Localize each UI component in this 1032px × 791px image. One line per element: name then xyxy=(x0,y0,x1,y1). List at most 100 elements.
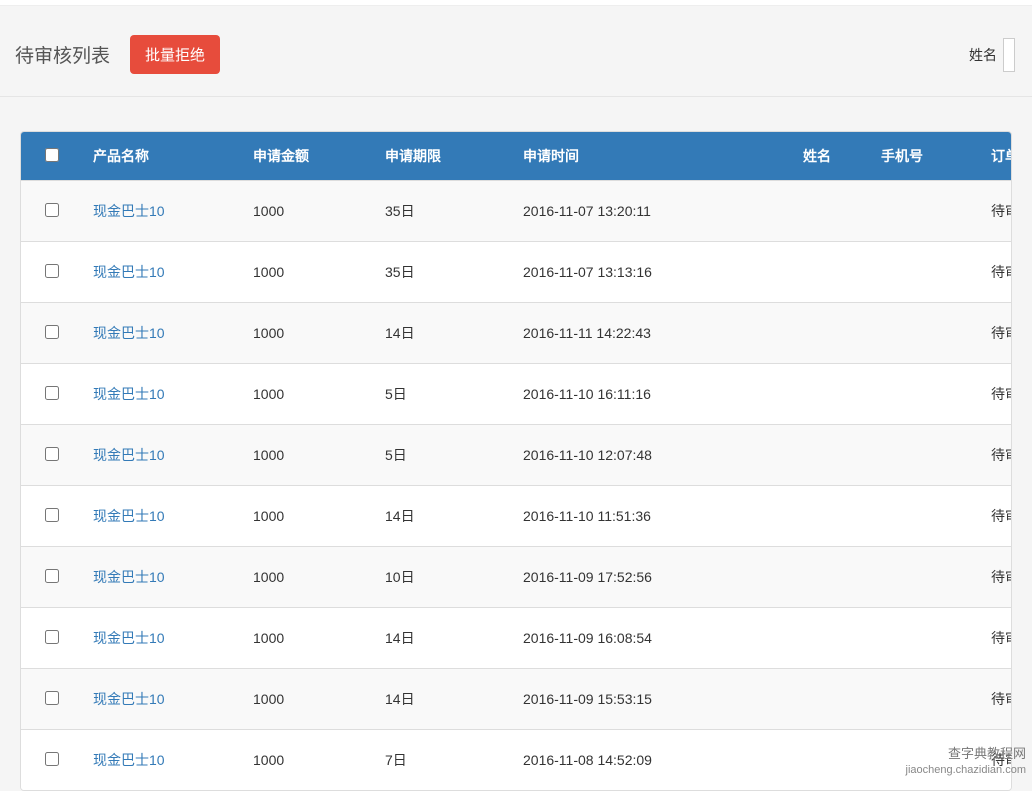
cell-time: 2016-11-07 13:13:16 xyxy=(513,242,793,303)
cell-name xyxy=(793,547,871,608)
row-checkbox[interactable] xyxy=(45,752,59,766)
row-checkbox-cell xyxy=(21,364,83,425)
row-checkbox[interactable] xyxy=(45,691,59,705)
cell-amount: 1000 xyxy=(243,181,375,242)
cell-product: 现金巴士10 xyxy=(83,730,243,791)
cell-status: 待审核 xyxy=(981,547,1012,608)
row-checkbox-cell xyxy=(21,425,83,486)
cell-period: 14日 xyxy=(375,608,513,669)
cell-status: 待审核 xyxy=(981,486,1012,547)
product-link[interactable]: 现金巴士10 xyxy=(93,569,165,585)
cell-status: 待审核 xyxy=(981,303,1012,364)
row-checkbox-cell xyxy=(21,303,83,364)
table-panel: 产品名称 申请金额 申请期限 申请时间 姓名 手机号 订单状 现金巴士10100… xyxy=(20,131,1012,791)
cell-period: 35日 xyxy=(375,242,513,303)
cell-product: 现金巴士10 xyxy=(83,425,243,486)
cell-phone xyxy=(871,181,981,242)
cell-phone xyxy=(871,242,981,303)
table-row: 现金巴士10100010日2016-11-09 17:52:56待审核 xyxy=(21,547,1012,608)
cell-phone xyxy=(871,364,981,425)
cell-time: 2016-11-07 13:20:11 xyxy=(513,181,793,242)
table-row: 现金巴士10 100035日2016-11-07 13:20:11 待审核 xyxy=(21,181,1012,242)
cell-amount: 1000 xyxy=(243,730,375,791)
cell-period: 14日 xyxy=(375,486,513,547)
cell-product: 现金巴士10 xyxy=(83,364,243,425)
cell-amount: 1000 xyxy=(243,242,375,303)
cell-name xyxy=(793,730,871,791)
cell-status: 待审核 xyxy=(981,608,1012,669)
cell-amount: 1000 xyxy=(243,486,375,547)
cell-phone xyxy=(871,669,981,730)
cell-name xyxy=(793,608,871,669)
cell-status: 待审核 xyxy=(981,425,1012,486)
row-checkbox-cell xyxy=(21,669,83,730)
cell-period: 5日 xyxy=(375,425,513,486)
row-checkbox-cell xyxy=(21,181,83,242)
product-link[interactable]: 现金巴士10 xyxy=(93,325,165,341)
cell-product: 现金巴士10 xyxy=(83,669,243,730)
cell-period: 7日 xyxy=(375,730,513,791)
top-bar xyxy=(0,0,1032,6)
row-checkbox-cell xyxy=(21,730,83,791)
cell-amount: 1000 xyxy=(243,303,375,364)
cell-status: 待审核 xyxy=(981,364,1012,425)
cell-amount: 1000 xyxy=(243,364,375,425)
cell-time: 2016-11-10 16:11:16 xyxy=(513,364,793,425)
product-link[interactable]: 现金巴士10 xyxy=(93,630,165,646)
cell-amount: 1000 xyxy=(243,608,375,669)
product-link[interactable]: 现金巴士10 xyxy=(93,447,165,463)
cell-phone xyxy=(871,486,981,547)
row-checkbox[interactable] xyxy=(45,264,59,278)
cell-status: 待审核 xyxy=(981,730,1012,791)
cell-period: 35日 xyxy=(375,181,513,242)
cell-status: 待审核 xyxy=(981,181,1012,242)
cell-phone xyxy=(871,425,981,486)
header-checkbox-cell xyxy=(21,132,83,181)
filter-label-text: 姓名 xyxy=(969,45,997,65)
cell-product: 现金巴士10 xyxy=(83,242,243,303)
product-link[interactable]: 现金巴士10 xyxy=(93,203,165,219)
row-checkbox[interactable] xyxy=(45,569,59,583)
row-checkbox[interactable] xyxy=(45,386,59,400)
row-checkbox-cell xyxy=(21,486,83,547)
batch-reject-button[interactable]: 批量拒绝 xyxy=(130,35,220,74)
row-checkbox[interactable] xyxy=(45,203,59,217)
filter-name-input[interactable] xyxy=(1003,38,1015,72)
product-link[interactable]: 现金巴士10 xyxy=(93,386,165,402)
row-checkbox-cell xyxy=(21,547,83,608)
cell-time: 2016-11-09 16:08:54 xyxy=(513,608,793,669)
table-row: 现金巴士10100014日2016-11-11 14:22:43待审核 xyxy=(21,303,1012,364)
cell-phone xyxy=(871,730,981,791)
cell-amount: 1000 xyxy=(243,669,375,730)
cell-status: 待审核 xyxy=(981,242,1012,303)
cell-phone xyxy=(871,303,981,364)
cell-phone xyxy=(871,547,981,608)
filter-name-label: 姓名 xyxy=(969,38,1017,72)
header-product: 产品名称 xyxy=(83,132,243,181)
product-link[interactable]: 现金巴士10 xyxy=(93,508,165,524)
header-amount: 申请金额 xyxy=(243,132,375,181)
cell-product: 现金巴士10 xyxy=(83,303,243,364)
header-time: 申请时间 xyxy=(513,132,793,181)
cell-name xyxy=(793,303,871,364)
product-link[interactable]: 现金巴士10 xyxy=(93,264,165,280)
cell-product: 现金巴士10 xyxy=(83,486,243,547)
row-checkbox[interactable] xyxy=(45,325,59,339)
cell-period: 5日 xyxy=(375,364,513,425)
cell-name xyxy=(793,242,871,303)
cell-time: 2016-11-08 14:52:09 xyxy=(513,730,793,791)
table-row: 现金巴士10 100014日2016-11-09 16:08:54 待审核 xyxy=(21,608,1012,669)
select-all-checkbox[interactable] xyxy=(45,148,59,162)
row-checkbox[interactable] xyxy=(45,447,59,461)
row-checkbox[interactable] xyxy=(45,508,59,522)
header-period: 申请期限 xyxy=(375,132,513,181)
cell-name xyxy=(793,181,871,242)
cell-amount: 1000 xyxy=(243,425,375,486)
cell-name xyxy=(793,669,871,730)
row-checkbox[interactable] xyxy=(45,630,59,644)
cell-period: 14日 xyxy=(375,669,513,730)
product-link[interactable]: 现金巴士10 xyxy=(93,691,165,707)
cell-time: 2016-11-10 11:51:36 xyxy=(513,486,793,547)
page-header: 待审核列表 批量拒绝 姓名 xyxy=(0,31,1032,97)
product-link[interactable]: 现金巴士10 xyxy=(93,752,165,768)
